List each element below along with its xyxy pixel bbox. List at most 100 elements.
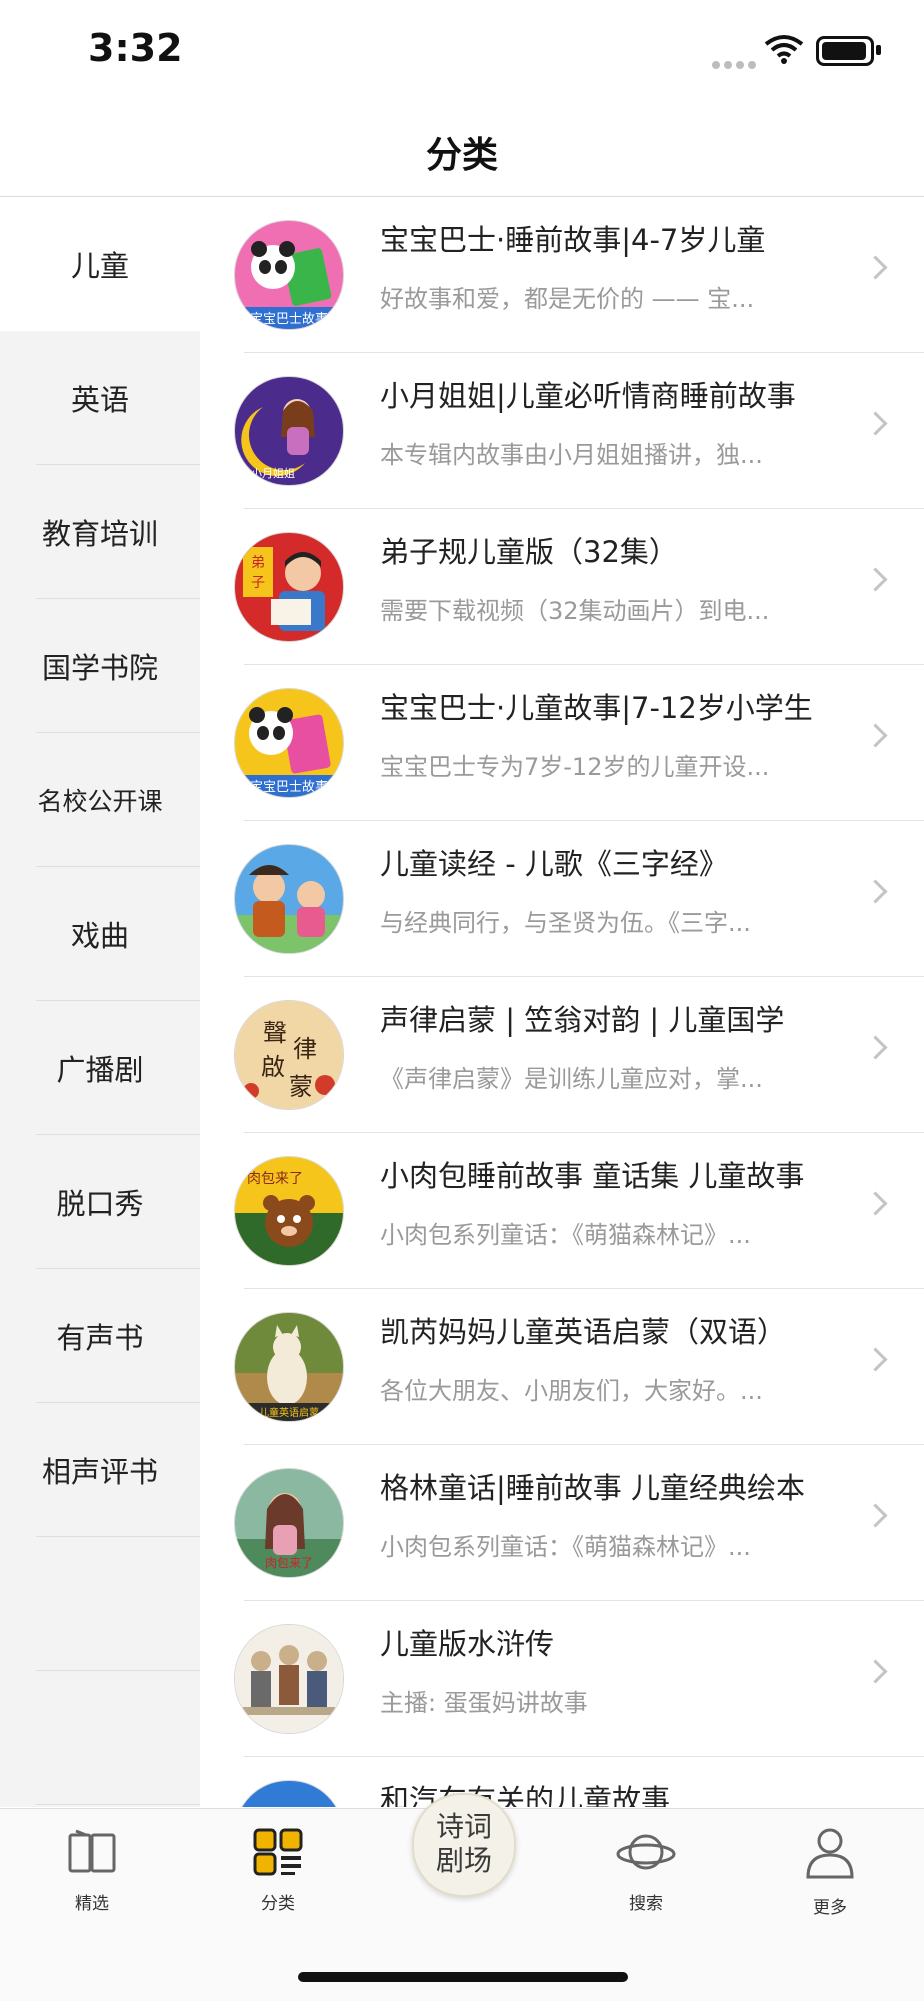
sidebar-item-label: 相声评书 bbox=[41, 1455, 158, 1489]
album-subtitle: 好故事和爱，都是无价的 —— 宝... bbox=[380, 285, 755, 313]
tab-label: 搜索 bbox=[629, 1894, 663, 1914]
poetry-theater-button[interactable]: 诗词 剧场 bbox=[412, 1793, 516, 1897]
album-title: 宝宝巴士·儿童故事|7-12岁小学生 bbox=[380, 691, 813, 725]
tab-label: 精选 bbox=[75, 1894, 109, 1914]
list-item[interactable]: 肉包来了 小肉包睡前故事 童话集 儿童故事 小肉包系列童话：《萌猫森林记》... bbox=[200, 1133, 924, 1289]
bear-icon: 肉包来了 bbox=[234, 1156, 344, 1266]
sidebar-item-open-courses[interactable]: 名校公开课 bbox=[0, 733, 200, 867]
album-title: 小肉包睡前故事 童话集 儿童故事 bbox=[380, 1159, 805, 1193]
sidebar-item-label: 英语 bbox=[70, 383, 129, 417]
album-title: 凯芮妈妈儿童英语启蒙（双语） bbox=[380, 1315, 787, 1349]
panda-book-icon: 宝宝巴士故事 bbox=[234, 220, 344, 330]
album-subtitle: 小肉包系列童话：《萌猫森林记》... bbox=[380, 1533, 751, 1561]
sidebar-item-talk-show[interactable]: 脱口秀 bbox=[0, 1135, 200, 1269]
album-title: 弟子规儿童版（32集） bbox=[380, 535, 678, 569]
sidebar-item-label: 广播剧 bbox=[56, 1053, 144, 1087]
list-item[interactable]: 聲律啟蒙 声律启蒙 | 笠翁对韵 | 儿童国学 《声律启蒙》是训练儿童应对，掌.… bbox=[200, 977, 924, 1133]
svg-text:弟: 弟 bbox=[251, 555, 265, 571]
tab-more[interactable]: 更多 bbox=[770, 1827, 890, 1918]
tab-featured[interactable]: 精选 bbox=[32, 1827, 152, 1914]
album-title: 小月姐姐|儿童必听情商睡前故事 bbox=[380, 379, 796, 413]
chevron-right-icon bbox=[863, 1347, 888, 1372]
list-item[interactable]: 和汽车有关的儿童故事 bbox=[200, 1757, 924, 1807]
sidebar-item-audiobook[interactable]: 有声书 bbox=[0, 1269, 200, 1403]
svg-text:聲: 聲 bbox=[263, 1019, 287, 1047]
sidebar-item-guoxue[interactable]: 国学书院 bbox=[0, 599, 200, 733]
page-title: 分类 bbox=[425, 135, 498, 176]
grid-icon bbox=[252, 1828, 304, 1881]
list-item[interactable]: 宝宝巴士故事 宝宝巴士·睡前故事|4-7岁儿童 好故事和爱，都是无价的 —— 宝… bbox=[200, 197, 924, 353]
cellular-signal-icon bbox=[712, 54, 760, 73]
reading-boy-icon: 弟子 bbox=[234, 532, 344, 642]
chevron-right-icon bbox=[863, 1659, 888, 1684]
album-subtitle: 宝宝巴士专为7岁-12岁的儿童开设... bbox=[380, 753, 770, 781]
chevron-right-icon bbox=[863, 255, 888, 280]
album-title: 儿童版水浒传 bbox=[380, 1627, 555, 1661]
sidebar-item-opera[interactable]: 戏曲 bbox=[0, 867, 200, 1001]
sidebar-item-label: 戏曲 bbox=[70, 919, 129, 953]
list-item[interactable]: 小月姐姐 小月姐姐|儿童必听情商睡前故事 本专辑内故事由小月姐姐播讲，独... bbox=[200, 353, 924, 509]
album-subtitle: 《声律启蒙》是训练儿童应对，掌... bbox=[380, 1065, 763, 1093]
home-indicator[interactable] bbox=[298, 1972, 628, 1982]
list-item[interactable]: 儿童读经 - 儿歌《三字经》 与经典同行，与圣贤为伍。《三字... bbox=[200, 821, 924, 977]
status-time: 3:32 bbox=[88, 26, 183, 70]
chevron-right-icon bbox=[863, 879, 888, 904]
sidebar-item-empty[interactable] bbox=[0, 1671, 200, 1805]
sidebar-item-label: 名校公开课 bbox=[37, 787, 163, 816]
sidebar-item-label: 有声书 bbox=[56, 1321, 144, 1355]
chevron-right-icon bbox=[863, 411, 888, 436]
category-sidebar: 儿童 英语 教育培训 国学书院 名校公开课 戏曲 广播剧 脱口秀 有声书 相声评… bbox=[0, 197, 200, 1807]
album-title: 宝宝巴士·睡前故事|4-7岁儿童 bbox=[380, 223, 766, 257]
sidebar-item-label: 儿童 bbox=[70, 249, 129, 283]
svg-text:儿童英语启蒙: 儿童英语启蒙 bbox=[259, 1406, 319, 1419]
car-icon bbox=[234, 1780, 344, 1807]
svg-text:肉包来了: 肉包来了 bbox=[265, 1556, 313, 1570]
svg-text:小月姐姐: 小月姐姐 bbox=[251, 466, 295, 480]
svg-text:宝宝巴士故事: 宝宝巴士故事 bbox=[250, 312, 328, 327]
battery-icon bbox=[816, 36, 881, 66]
sidebar-item-radio-drama[interactable]: 广播剧 bbox=[0, 1001, 200, 1135]
album-subtitle: 各位大朋友、小朋友们，大家好。... bbox=[380, 1377, 763, 1405]
svg-text:律: 律 bbox=[293, 1035, 317, 1063]
album-title: 儿童读经 - 儿歌《三字经》 bbox=[380, 847, 728, 881]
chevron-right-icon bbox=[863, 1191, 888, 1216]
svg-text:蒙: 蒙 bbox=[289, 1073, 313, 1101]
svg-text:肉包来了: 肉包来了 bbox=[247, 1171, 303, 1187]
book-icon bbox=[66, 1829, 118, 1881]
moon-girl-icon: 小月姐姐 bbox=[234, 376, 344, 486]
list-item[interactable]: 儿童版水浒传 主播: 蛋蛋妈讲故事 bbox=[200, 1601, 924, 1757]
navigation-bar: 分类 bbox=[0, 100, 924, 197]
sidebar-item-label: 国学书院 bbox=[41, 651, 158, 685]
list-item[interactable]: 弟子 弟子规儿童版（32集） 需要下载视频（32集动画片）到电... bbox=[200, 509, 924, 665]
sidebar-item-label: 脱口秀 bbox=[56, 1187, 144, 1221]
poetry-theater-line1: 诗词 bbox=[435, 1810, 492, 1843]
album-title: 声律启蒙 | 笠翁对韵 | 儿童国学 bbox=[380, 1003, 785, 1037]
chevron-right-icon bbox=[863, 723, 888, 748]
svg-text:啟: 啟 bbox=[261, 1053, 285, 1081]
tab-category[interactable]: 分类 bbox=[218, 1827, 338, 1914]
sidebar-item-english[interactable]: 英语 bbox=[0, 331, 200, 465]
status-bar: 3:32 bbox=[0, 0, 924, 100]
sidebar-item-label: 教育培训 bbox=[41, 517, 158, 551]
album-subtitle: 需要下载视频（32集动画片）到电... bbox=[380, 597, 770, 625]
sidebar-item-empty[interactable] bbox=[0, 1537, 200, 1671]
list-item[interactable]: 肉包来了 格林童话|睡前故事 儿童经典绘本 小肉包系列童话：《萌猫森林记》... bbox=[200, 1445, 924, 1601]
album-subtitle: 主播: 蛋蛋妈讲故事 bbox=[380, 1689, 588, 1717]
chevron-right-icon bbox=[863, 1503, 888, 1528]
fairy-girl-icon: 肉包来了 bbox=[234, 1468, 344, 1578]
sidebar-item-education[interactable]: 教育培训 bbox=[0, 465, 200, 599]
tab-label: 分类 bbox=[261, 1894, 295, 1914]
tab-search[interactable]: 搜索 bbox=[586, 1827, 706, 1914]
svg-text:宝宝巴士故事: 宝宝巴士故事 bbox=[250, 780, 328, 795]
tab-label: 更多 bbox=[813, 1898, 847, 1918]
sidebar-item-children[interactable]: 儿童 bbox=[0, 197, 200, 331]
warriors-icon bbox=[234, 1624, 344, 1734]
sidebar-item-crosstalk[interactable]: 相声评书 bbox=[0, 1403, 200, 1537]
user-icon bbox=[804, 1828, 856, 1885]
album-list: 宝宝巴士故事 宝宝巴士·睡前故事|4-7岁儿童 好故事和爱，都是无价的 —— 宝… bbox=[200, 197, 924, 1807]
list-item[interactable]: 儿童英语启蒙 凯芮妈妈儿童英语启蒙（双语） 各位大朋友、小朋友们，大家好。... bbox=[200, 1289, 924, 1445]
list-item[interactable]: 宝宝巴士故事 宝宝巴士·儿童故事|7-12岁小学生 宝宝巴士专为7岁-12岁的儿… bbox=[200, 665, 924, 821]
album-title: 格林童话|睡前故事 儿童经典绘本 bbox=[380, 1471, 805, 1505]
calligraphy-icon: 聲律啟蒙 bbox=[234, 1000, 344, 1110]
panda-book-icon: 宝宝巴士故事 bbox=[234, 688, 344, 798]
